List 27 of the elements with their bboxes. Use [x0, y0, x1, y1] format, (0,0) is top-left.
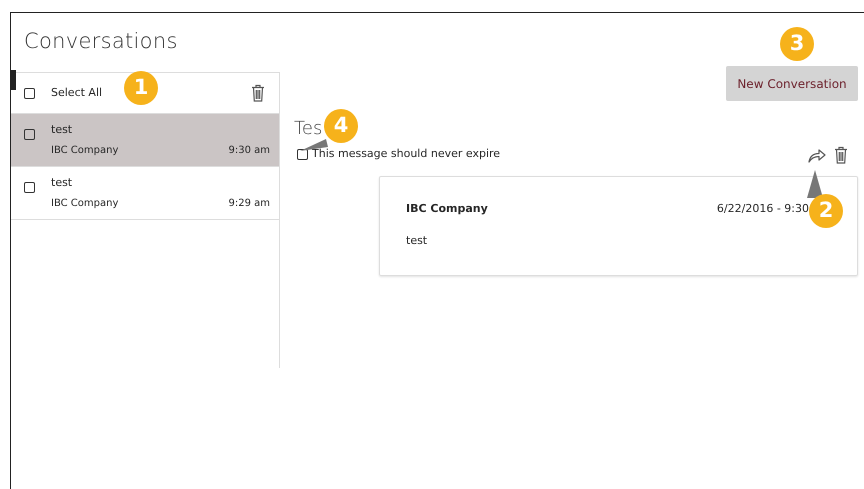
conversation-title: Tes	[294, 118, 322, 140]
conversation-item[interactable]: test IBC Company 9:30 am	[11, 114, 279, 167]
page-title: Conversations	[23, 28, 178, 55]
never-expire-label: This message should never expire	[312, 146, 500, 162]
trash-icon[interactable]	[834, 146, 848, 164]
message-sender: IBC Company	[406, 200, 488, 217]
conversation-sender: IBC Company	[51, 144, 118, 158]
conversation-time: 9:29 am	[228, 196, 270, 210]
select-all-label: Select All	[51, 84, 102, 101]
callout-pointer	[807, 170, 823, 200]
conversation-time: 9:30 am	[228, 144, 270, 158]
conversation-subject: test	[51, 122, 74, 138]
checkbox[interactable]	[24, 182, 35, 193]
conversation-sender: IBC Company	[51, 196, 118, 210]
trash-icon[interactable]	[251, 84, 265, 102]
callout-badge: 4	[324, 109, 358, 143]
callout-badge: 1	[124, 71, 158, 105]
message-date: 6/22/2016 - 9:30	[716, 200, 809, 217]
share-icon[interactable]	[808, 146, 826, 163]
conversation-item[interactable]: test IBC Company 9:29 am	[11, 167, 279, 220]
callout-badge: 2	[809, 194, 843, 228]
conversation-subject: test	[51, 175, 74, 191]
checkbox[interactable]	[24, 129, 35, 140]
new-conversation-button[interactable]: New Conversation	[726, 66, 858, 101]
callout-badge: 3	[780, 27, 814, 61]
message-body: test	[406, 233, 428, 250]
checkbox[interactable]	[24, 88, 35, 98]
